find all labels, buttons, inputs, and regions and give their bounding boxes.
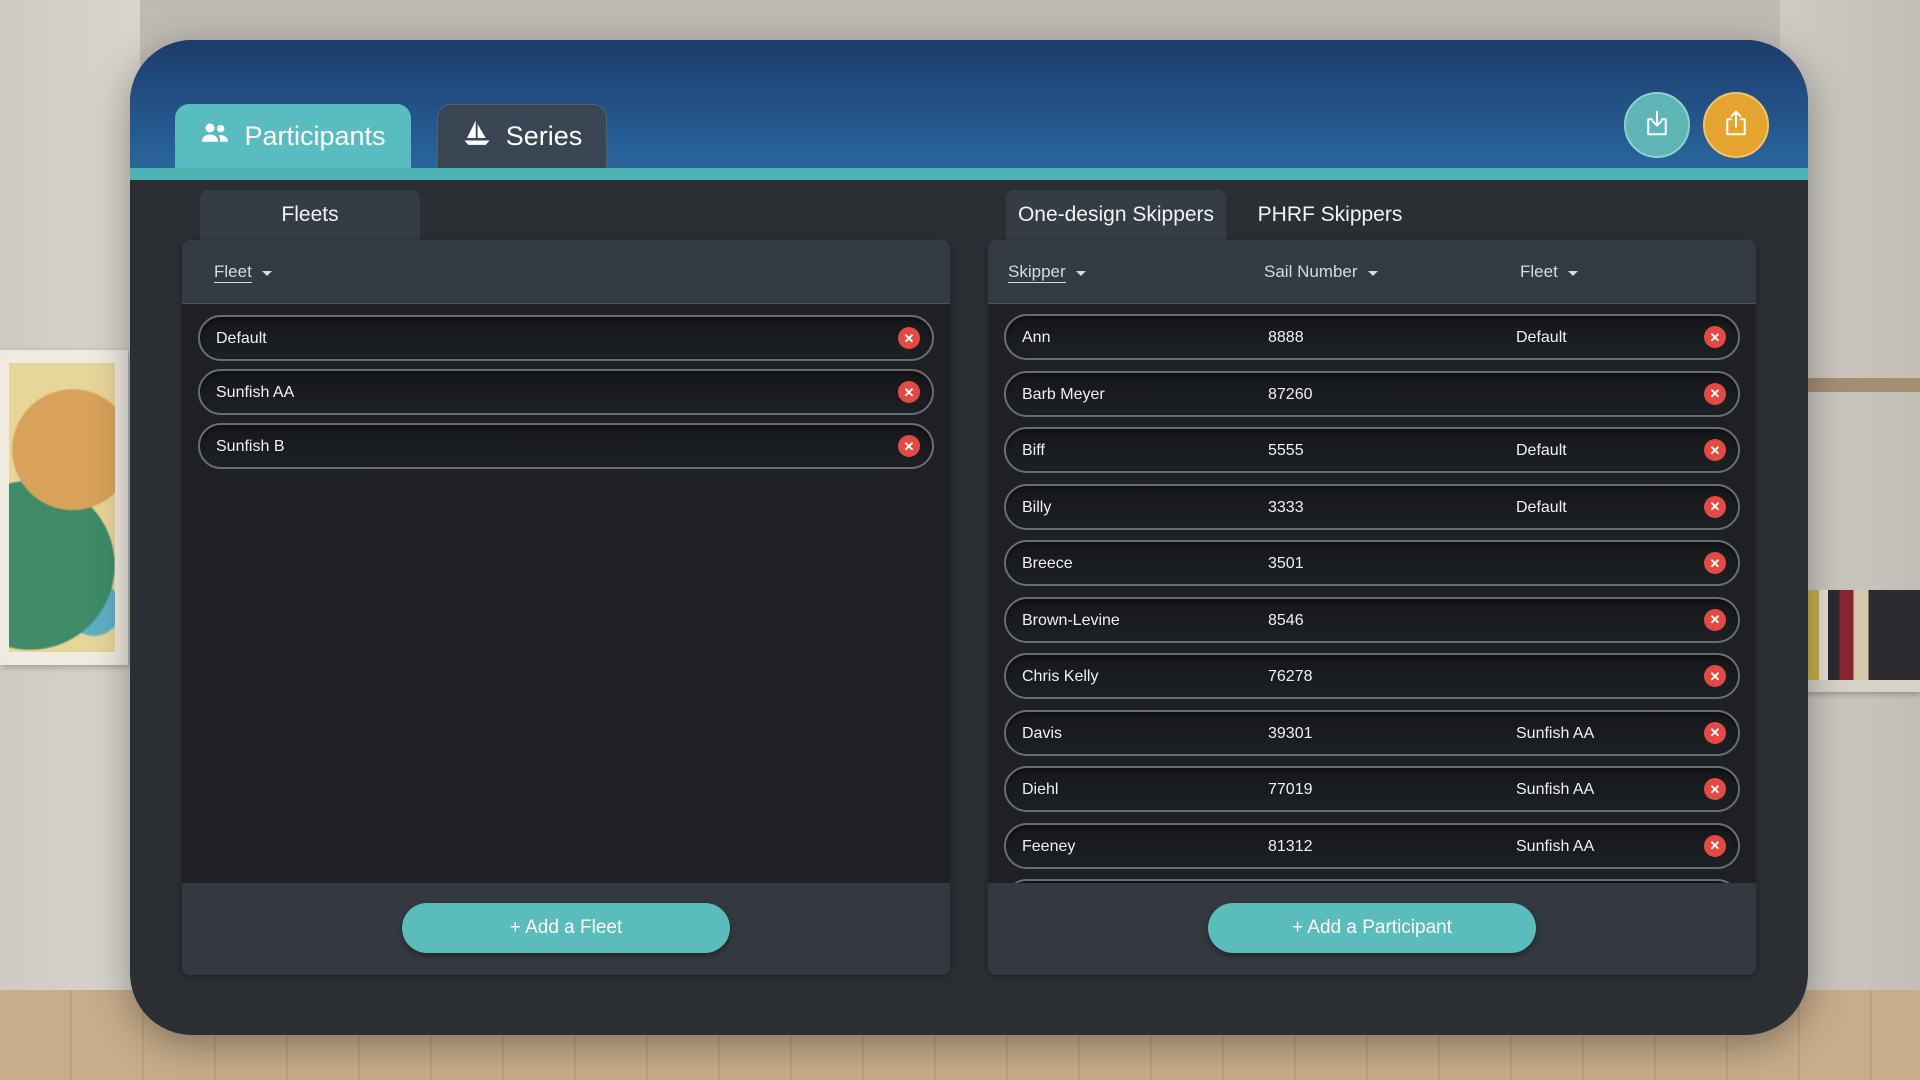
close-circle-icon[interactable]: ✕ <box>1704 721 1726 744</box>
app-window: Participants Series Fleets One-design Sk… <box>130 40 1808 1035</box>
caret-down-icon <box>1567 270 1578 276</box>
subtab-fleets[interactable]: Fleets <box>200 190 420 240</box>
sail-number: 77019 <box>1268 781 1313 798</box>
skipper-name: Billy <box>1022 498 1052 516</box>
import-button[interactable] <box>1624 92 1690 158</box>
skipper-row[interactable]: Diehl 77019 Sunfish AA ✕ <box>1004 766 1740 812</box>
skipper-name: Biff <box>1022 442 1045 459</box>
close-circle-icon[interactable]: ✕ <box>898 327 920 349</box>
skipper-row[interactable]: Feeney 81312 Sunfish AA ✕ <box>1004 822 1740 869</box>
skipper-column-sort[interactable]: Skipper <box>1008 262 1086 283</box>
subtab-one-design-skippers[interactable]: One-design Skippers <box>1006 190 1226 240</box>
sail-number: 81312 <box>1268 837 1313 855</box>
close-circle-icon[interactable]: ✕ <box>1704 439 1726 461</box>
skipper-row[interactable]: Barb Meyer 87260 ✕ <box>1004 370 1740 417</box>
fleet-column-label: Fleet <box>1520 262 1558 281</box>
skipper-row[interactable]: Chris Kelly 76278 ✕ <box>1004 653 1740 699</box>
sail-number-column-label: Sail Number <box>1264 262 1358 281</box>
skippers-column-header: Skipper Sail Number Fleet <box>988 240 1756 304</box>
sail-number: 8546 <box>1268 611 1304 629</box>
skipper-row[interactable]: Biff 5555 Default ✕ <box>1004 427 1740 473</box>
fleet-row[interactable]: Default ✕ <box>198 315 934 361</box>
close-circle-icon[interactable]: ✕ <box>1704 382 1726 405</box>
sail-number: 87260 <box>1268 385 1313 403</box>
caret-down-icon <box>261 271 272 276</box>
skipper-name: Breece <box>1022 555 1073 572</box>
sail-number: 3501 <box>1268 555 1304 572</box>
sail-number: 3333 <box>1268 498 1304 516</box>
skipper-name: Barb Meyer <box>1022 385 1105 403</box>
sail-number: 5555 <box>1268 442 1304 459</box>
skipper-fleet: Sunfish AA <box>1516 724 1595 742</box>
skipper-name: Brown-Levine <box>1022 611 1120 629</box>
background-painting <box>0 350 128 665</box>
skipper-name: Chris Kelly <box>1022 668 1099 685</box>
add-participant-button[interactable]: + Add a Participant <box>1208 903 1536 953</box>
close-circle-icon[interactable]: ✕ <box>1704 552 1726 574</box>
sail-number: 39301 <box>1268 724 1313 742</box>
skipper-row[interactable]: Billy 3333 Default ✕ <box>1004 483 1740 530</box>
skipper-column-label: Skipper <box>1008 262 1066 283</box>
sail-number: 8888 <box>1268 329 1304 346</box>
skipper-fleet: Default <box>1516 329 1567 346</box>
import-icon <box>1642 108 1672 143</box>
skipper-fleet: Default <box>1516 498 1567 516</box>
skipper-name: Diehl <box>1022 781 1059 798</box>
close-circle-icon[interactable]: ✕ <box>1704 326 1726 348</box>
background-books <box>1805 590 1920 680</box>
skipper-fleet: Default <box>1516 442 1567 459</box>
close-circle-icon[interactable]: ✕ <box>898 381 920 403</box>
skipper-name: Davis <box>1022 724 1063 742</box>
skipper-row[interactable]: Ann 8888 Default ✕ <box>1004 314 1740 360</box>
skipper-fleet: Sunfish AA <box>1516 781 1595 798</box>
sailboat-icon <box>462 118 492 155</box>
skippers-panel-footer: + Add a Participant <box>988 883 1756 975</box>
fleet-column-sort[interactable]: Fleet <box>1520 262 1578 282</box>
fleet-column-sort[interactable]: Fleet <box>214 262 272 283</box>
skipper-row[interactable]: Breece 3501 ✕ <box>1004 540 1740 586</box>
sail-number: 76278 <box>1268 668 1313 685</box>
fleets-panel: Fleet Default ✕ Sunfish AA ✕ Sunfish B ✕… <box>182 240 950 975</box>
skipper-name: Ann <box>1022 329 1051 346</box>
skipper-row[interactable]: Brown-Levine 8546 ✕ <box>1004 596 1740 643</box>
close-circle-icon[interactable]: ✕ <box>1704 665 1726 687</box>
fleet-row[interactable]: Sunfish B ✕ <box>198 423 934 469</box>
fleets-column-header: Fleet <box>182 240 950 304</box>
fleets-panel-footer: + Add a Fleet <box>182 883 950 975</box>
tab-participants-label: Participants <box>244 120 386 151</box>
skippers-panel: Skipper Sail Number Fleet Ann 8888 Default… <box>988 240 1756 975</box>
skipper-fleet: Sunfish AA <box>1516 837 1595 855</box>
close-circle-icon[interactable]: ✕ <box>1704 495 1726 518</box>
skipper-name: Feeney <box>1022 837 1076 855</box>
share-button[interactable] <box>1703 92 1769 158</box>
people-icon <box>200 118 230 155</box>
close-circle-icon[interactable]: ✕ <box>898 435 920 457</box>
fleet-name: Sunfish AA <box>216 384 295 401</box>
header-accent-strip <box>130 168 1808 180</box>
fleet-name: Default <box>216 330 267 347</box>
close-circle-icon[interactable]: ✕ <box>1704 834 1726 857</box>
add-fleet-button[interactable]: + Add a Fleet <box>402 903 730 953</box>
fleet-row[interactable]: Sunfish AA ✕ <box>198 369 934 415</box>
skipper-row[interactable]: Davis 39301 Sunfish AA ✕ <box>1004 709 1740 756</box>
subtab-phrf-skippers[interactable]: PHRF Skippers <box>1242 190 1418 240</box>
caret-down-icon <box>1075 271 1086 276</box>
caret-down-icon <box>1367 270 1378 276</box>
tab-series[interactable]: Series <box>437 104 607 168</box>
close-circle-icon[interactable]: ✕ <box>1704 608 1726 631</box>
share-icon <box>1721 108 1751 143</box>
fleet-name: Sunfish B <box>216 438 285 455</box>
tab-participants[interactable]: Participants <box>175 104 411 168</box>
fleet-column-label: Fleet <box>214 262 252 283</box>
tab-series-label: Series <box>505 121 583 151</box>
close-circle-icon[interactable]: ✕ <box>1704 778 1726 800</box>
sail-number-column-sort[interactable]: Sail Number <box>1264 262 1378 282</box>
